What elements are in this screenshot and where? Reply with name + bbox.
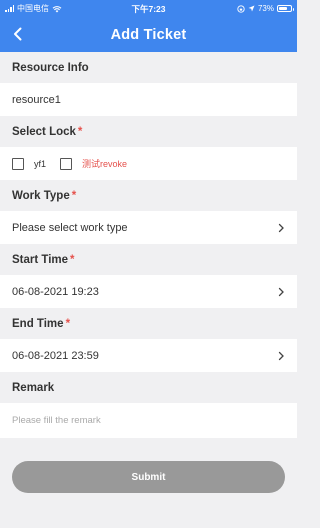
lock-option-yf1[interactable]: yf1 bbox=[12, 157, 47, 170]
work-type-label: Work Type bbox=[12, 189, 70, 202]
chevron-right-icon bbox=[278, 223, 284, 232]
remark-input[interactable]: Please fill the remark bbox=[0, 403, 297, 438]
checkbox-yf1[interactable] bbox=[12, 157, 24, 170]
end-time-label: End Time bbox=[12, 317, 64, 330]
end-time-heading: End Time * bbox=[0, 308, 297, 339]
checkbox-revoke[interactable] bbox=[60, 157, 73, 170]
resource-value: resource1 bbox=[12, 93, 61, 106]
work-type-selector[interactable]: Please select work type bbox=[0, 211, 297, 244]
resource-info-label: Resource Info bbox=[12, 61, 89, 74]
lock-option-label: 测试revoke bbox=[82, 159, 128, 169]
status-time: 下午7:23 bbox=[131, 3, 166, 14]
page-title: Add Ticket bbox=[110, 26, 187, 43]
remark-label: Remark bbox=[12, 381, 55, 394]
submit-area: Submit bbox=[0, 461, 297, 493]
work-type-heading: Work Type * bbox=[0, 180, 297, 211]
chevron-right-icon bbox=[278, 351, 284, 360]
end-time-value: 06-08-2021 23:59 bbox=[12, 349, 99, 362]
start-time-value: 06-08-2021 19:23 bbox=[12, 285, 99, 298]
status-bar: 中国电信 下午7:23 73% bbox=[0, 0, 297, 17]
lock-options: yf1 测试revoke bbox=[0, 147, 297, 180]
start-time-label: Start Time bbox=[12, 253, 69, 266]
select-lock-heading: Select Lock * bbox=[0, 116, 297, 147]
required-marker: * bbox=[77, 125, 83, 138]
back-icon[interactable] bbox=[10, 26, 26, 42]
header: 中国电信 下午7:23 73% Add Ticket bbox=[0, 0, 297, 52]
work-type-value: Please select work type bbox=[12, 221, 128, 234]
remark-placeholder: Please fill the remark bbox=[12, 415, 101, 426]
submit-button[interactable]: Submit bbox=[12, 461, 285, 493]
required-marker: * bbox=[71, 189, 77, 202]
required-marker: * bbox=[65, 317, 71, 330]
required-marker: * bbox=[70, 253, 75, 266]
lock-option-revoke[interactable]: 测试revoke bbox=[60, 157, 127, 170]
select-lock-label: Select Lock bbox=[12, 125, 76, 138]
start-time-heading: Start Time * bbox=[0, 244, 297, 275]
resource-info-heading: Resource Info bbox=[0, 52, 297, 83]
lock-option-label: yf1 bbox=[34, 158, 47, 169]
end-time-selector[interactable]: 06-08-2021 23:59 bbox=[0, 339, 297, 372]
nav-bar: Add Ticket bbox=[0, 17, 297, 52]
start-time-selector[interactable]: 06-08-2021 19:23 bbox=[0, 275, 297, 308]
chevron-right-icon bbox=[278, 287, 284, 296]
remark-heading: Remark bbox=[0, 372, 297, 403]
battery-icon bbox=[277, 5, 294, 12]
resource-value-row: resource1 bbox=[0, 83, 297, 116]
